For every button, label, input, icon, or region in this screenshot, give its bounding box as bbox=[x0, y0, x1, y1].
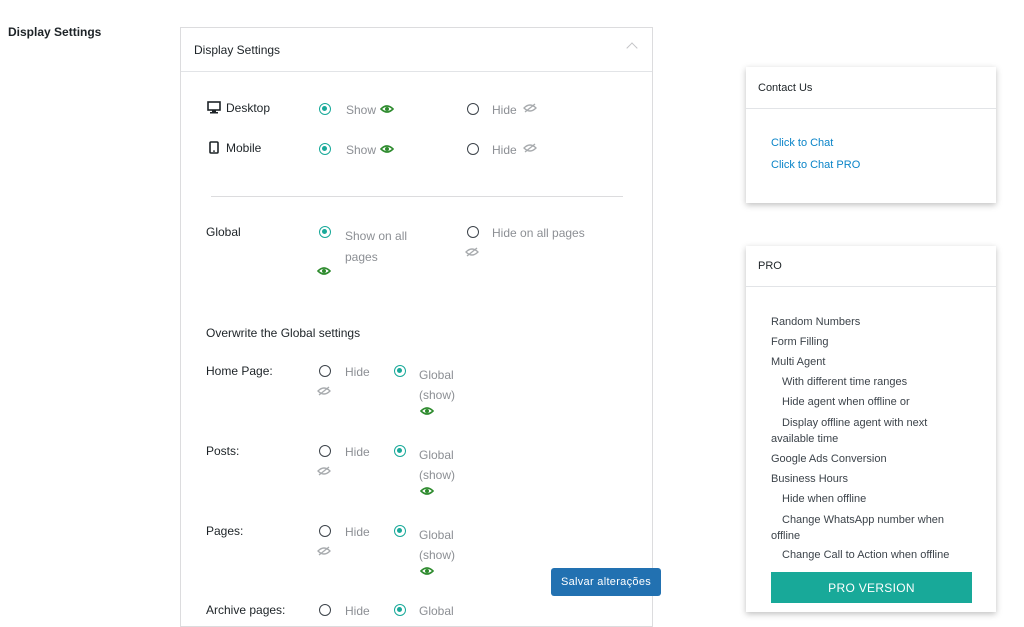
pro-feature-item: Google Ads Conversion bbox=[771, 453, 887, 465]
desktop-icon bbox=[207, 101, 221, 114]
panel-header[interactable]: Display Settings bbox=[181, 28, 652, 72]
global-hide-label: Hide on all pages bbox=[492, 226, 585, 240]
eye-icon bbox=[317, 267, 331, 275]
posts-label: Posts: bbox=[206, 444, 240, 458]
desktop-label: Desktop bbox=[226, 101, 271, 115]
pro-feature-item: Change WhatsApp number when offline bbox=[771, 514, 945, 542]
home-page-hide-label: Hide bbox=[345, 365, 370, 379]
posts-hide-radio[interactable] bbox=[319, 445, 331, 457]
contact-widget: Contact Us Click to Chat Click to Chat P… bbox=[746, 67, 996, 203]
global-show-radio[interactable] bbox=[319, 226, 331, 238]
mobile-show-label: Show bbox=[346, 143, 377, 157]
overwrite-heading: Overwrite the Global settings bbox=[206, 326, 361, 340]
global-label: Global bbox=[206, 225, 241, 239]
display-settings-panel: Display Settings Desktop Show Hide Mobil… bbox=[180, 27, 653, 627]
eye-icon bbox=[380, 145, 394, 153]
pages-hide-label: Hide bbox=[345, 525, 370, 539]
click-to-chat-pro-link[interactable]: Click to Chat PRO bbox=[771, 159, 860, 171]
desktop-hide-label: Hide bbox=[492, 103, 517, 117]
panel-title: Display Settings bbox=[194, 42, 281, 57]
eye-icon bbox=[420, 567, 434, 575]
pages-hide-radio[interactable] bbox=[319, 525, 331, 537]
pro-feature-item: With different time ranges bbox=[782, 376, 908, 388]
archive-pages-global-label: Global bbox=[419, 604, 454, 618]
posts-hide-label: Hide bbox=[345, 445, 370, 459]
eye-icon bbox=[420, 407, 434, 415]
pro-feature-item: Change Call to Action when offline bbox=[782, 549, 950, 561]
posts-global-label: Global (show) bbox=[419, 448, 456, 482]
archive-pages-hide-label: Hide bbox=[345, 604, 370, 618]
global-hide-radio[interactable] bbox=[467, 226, 479, 238]
eye-slash-icon bbox=[317, 466, 331, 476]
eye-slash-icon bbox=[523, 103, 537, 113]
pages-global-radio[interactable] bbox=[394, 525, 406, 537]
desktop-show-radio[interactable] bbox=[319, 103, 331, 115]
save-button[interactable]: Salvar alterações bbox=[551, 568, 661, 596]
pro-feature-item: Hide agent when offline or bbox=[782, 396, 910, 408]
click-to-chat-link[interactable]: Click to Chat bbox=[771, 137, 833, 149]
home-page-global-radio[interactable] bbox=[394, 365, 406, 377]
home-page-global-label: Global (show) bbox=[419, 368, 456, 402]
eye-icon bbox=[380, 105, 394, 113]
eye-slash-icon bbox=[317, 546, 331, 556]
mobile-label: Mobile bbox=[226, 141, 262, 155]
pro-widget-title: PRO bbox=[746, 246, 996, 287]
home-page-label: Home Page: bbox=[206, 364, 273, 378]
archive-pages-label: Archive pages: bbox=[206, 603, 286, 617]
pro-widget: PRO Random Numbers Form Filling Multi Ag… bbox=[746, 246, 996, 612]
eye-icon bbox=[420, 487, 434, 495]
divider bbox=[211, 196, 623, 197]
eye-slash-icon bbox=[465, 247, 479, 257]
archive-pages-global-radio[interactable] bbox=[394, 604, 406, 616]
eye-slash-icon bbox=[523, 143, 537, 153]
pro-feature-item: Random Numbers bbox=[771, 316, 861, 328]
pages-global-label: Global (show) bbox=[419, 528, 456, 562]
desktop-hide-radio[interactable] bbox=[467, 103, 479, 115]
contact-widget-title: Contact Us bbox=[746, 67, 996, 109]
mobile-show-radio[interactable] bbox=[319, 143, 331, 155]
pro-feature-item: Business Hours bbox=[771, 473, 849, 485]
mobile-hide-label: Hide bbox=[492, 143, 517, 157]
global-show-label: Show on all pages bbox=[345, 229, 408, 264]
pro-feature-item: Multi Agent bbox=[771, 356, 826, 368]
mobile-hide-radio[interactable] bbox=[467, 143, 479, 155]
archive-pages-hide-radio[interactable] bbox=[319, 604, 331, 616]
pro-feature-item: Hide when offline bbox=[782, 493, 867, 505]
page-heading: Display Settings bbox=[8, 25, 102, 39]
home-page-hide-radio[interactable] bbox=[319, 365, 331, 377]
eye-slash-icon bbox=[317, 386, 331, 396]
pages-label: Pages: bbox=[206, 524, 244, 538]
mobile-icon bbox=[209, 141, 219, 154]
collapse-chevron-icon[interactable] bbox=[626, 42, 638, 54]
desktop-show-label: Show bbox=[346, 103, 377, 117]
posts-global-radio[interactable] bbox=[394, 445, 406, 457]
pro-feature-item: Form Filling bbox=[771, 336, 829, 348]
pro-version-button[interactable]: PRO VERSION bbox=[771, 572, 972, 603]
pro-feature-item: Display offline agent with next availabl… bbox=[771, 417, 928, 445]
